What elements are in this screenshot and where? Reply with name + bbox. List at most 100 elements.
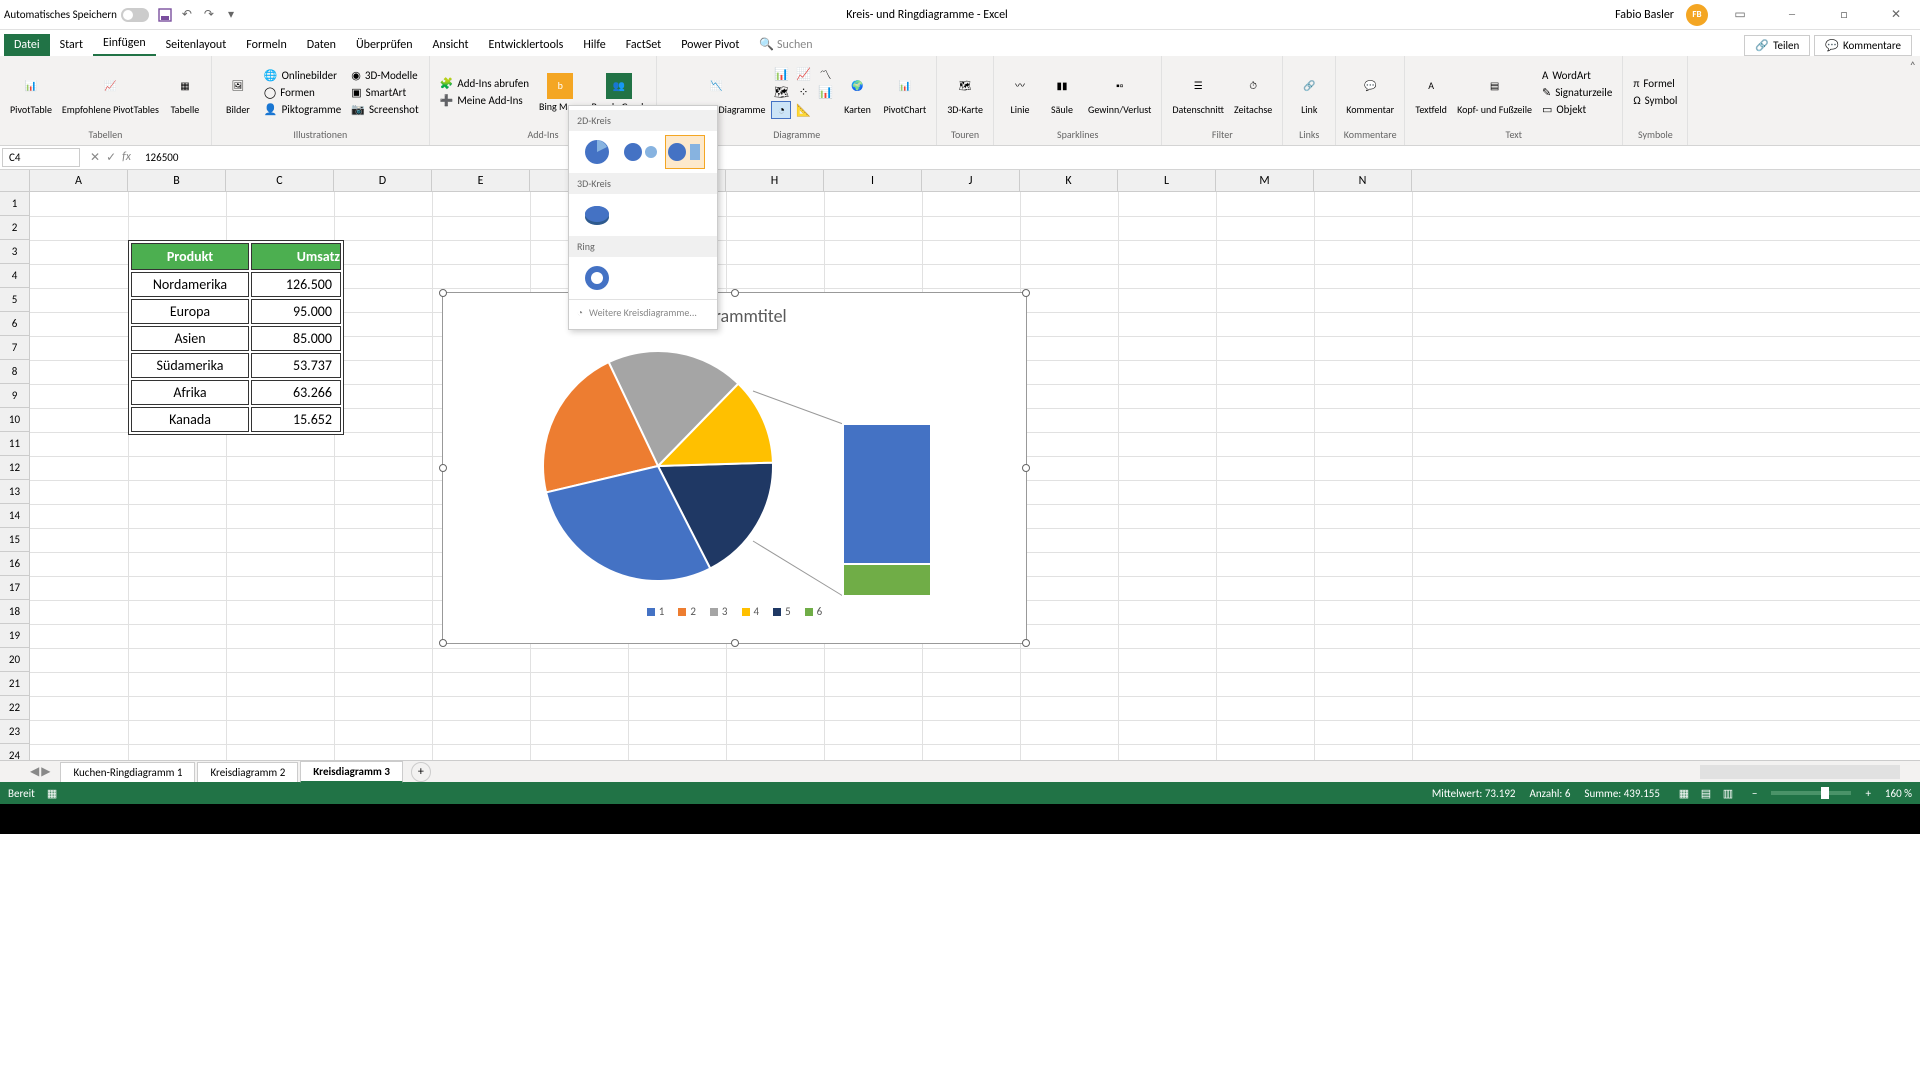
column-chart-icon[interactable]: 📊 [771,65,791,83]
equation-button[interactable]: π Formel [1629,75,1681,92]
tab-data[interactable]: Daten [297,34,346,56]
col-header[interactable]: A [30,170,128,191]
row-header[interactable]: 21 [0,672,30,696]
collapse-ribbon-icon[interactable]: ˄ [1906,56,1920,145]
horizontal-scrollbar[interactable] [1700,765,1900,779]
spreadsheet-grid[interactable]: A B C D E F G H I J K L M N 123456789101… [0,170,1920,760]
sheet-tab[interactable]: Kreisdiagramm 3 [300,761,403,783]
col-header[interactable]: D [334,170,432,191]
redo-icon[interactable]: ↷ [201,7,217,23]
row-header[interactable]: 15 [0,528,30,552]
tab-formulas[interactable]: Formeln [236,34,296,56]
col-header[interactable]: E [432,170,530,191]
tab-view[interactable]: Ansicht [423,34,479,56]
pictures-button[interactable]: 🖼Bilder [218,68,258,117]
share-button[interactable]: 🔗 Teilen [1744,35,1810,56]
row-header[interactable]: 2 [0,216,30,240]
pie-2d-option[interactable] [577,135,617,169]
col-header[interactable]: K [1020,170,1118,191]
zoom-slider[interactable] [1771,791,1851,795]
row-header[interactable]: 7 [0,336,30,360]
pie-of-pie-option[interactable] [621,135,661,169]
tab-factset[interactable]: FactSet [616,34,671,56]
page-layout-icon[interactable]: ▤ [1696,785,1716,801]
row-header[interactable]: 11 [0,432,30,456]
recommended-pivot-button[interactable]: 📈Empfohlene PivotTables [58,68,163,117]
tab-devtools[interactable]: Entwicklertools [479,34,574,56]
sheet-prev-icon[interactable]: ◀ [30,764,39,779]
formula-input[interactable]: 126500 [139,149,1920,166]
name-box[interactable] [2,148,80,167]
row-header[interactable]: 9 [0,384,30,408]
get-addins-button[interactable]: 🧩 Add-Ins abrufen [436,75,533,92]
col-header[interactable]: N [1314,170,1412,191]
smartart-button[interactable]: ▣ SmartArt [347,84,422,101]
3d-models-button[interactable]: ◉ 3D-Modelle [347,67,422,84]
col-header[interactable]: L [1118,170,1216,191]
textbox-button[interactable]: ATextfeld [1411,68,1451,117]
row-header[interactable]: 17 [0,576,30,600]
shapes-button[interactable]: ◯ Formen [260,84,345,101]
zoom-level[interactable]: 160 % [1885,787,1912,800]
row-header[interactable]: 19 [0,624,30,648]
pie-3d-option[interactable] [577,198,617,232]
row-header[interactable]: 1 [0,192,30,216]
comments-button[interactable]: 💬 Kommentare [1814,35,1912,56]
screenshot-button[interactable]: 📷 Screenshot [347,101,422,118]
row-header[interactable]: 22 [0,696,30,720]
maps-button[interactable]: 🌍Karten [837,68,877,117]
ribbon-options-icon[interactable]: ▭ [1720,2,1760,28]
save-icon[interactable] [157,7,173,23]
qat-more-icon[interactable]: ▾ [223,7,239,23]
row-header[interactable]: 23 [0,720,30,744]
minimize-icon[interactable]: ─ [1772,2,1812,28]
3d-map-button[interactable]: 🗺3D-Karte [943,68,987,117]
col-header[interactable]: M [1216,170,1314,191]
hierarchy-chart-icon[interactable]: 🗺 [771,83,791,101]
row-header[interactable]: 3 [0,240,30,264]
sheet-tab[interactable]: Kreisdiagramm 2 [197,762,298,782]
search-box[interactable]: 🔍 Suchen [749,33,822,56]
chart-title[interactable]: Diagrammtitel [443,293,1026,331]
combo-chart-icon[interactable]: 〽 [815,65,835,83]
data-table[interactable]: ProduktUmsatz Nordamerika126.500 Europa9… [128,240,344,435]
row-header[interactable]: 5 [0,288,30,312]
object-button[interactable]: ▭ Objekt [1538,101,1616,118]
tab-file[interactable]: Datei [4,34,50,56]
icons-button[interactable]: 👤 Piktogramme [260,101,345,118]
undo-icon[interactable]: ↶ [179,7,195,23]
col-header[interactable]: B [128,170,226,191]
col-header[interactable]: J [922,170,1020,191]
cancel-formula-icon[interactable]: ✕ [90,150,100,165]
row-header[interactable]: 6 [0,312,30,336]
row-header[interactable]: 14 [0,504,30,528]
page-break-icon[interactable]: ▥ [1718,785,1738,801]
normal-view-icon[interactable]: ▦ [1674,785,1694,801]
pivottable-button[interactable]: 📊PivotTable [6,68,56,117]
pie-chart-icon[interactable]: ◔ [771,101,791,119]
wordart-button[interactable]: A WordArt [1538,67,1616,84]
tab-start[interactable]: Start [50,34,93,56]
comment-button[interactable]: 💬Kommentar [1342,68,1398,117]
row-header[interactable]: 12 [0,456,30,480]
close-icon[interactable]: ✕ [1876,2,1916,28]
tab-pagelayout[interactable]: Seitenlayout [156,34,237,56]
zoom-out-icon[interactable]: − [1752,787,1757,800]
col-header[interactable]: H [726,170,824,191]
tab-help[interactable]: Hilfe [573,34,615,56]
col-header[interactable]: I [824,170,922,191]
row-header[interactable]: 13 [0,480,30,504]
stats-chart-icon[interactable]: 📊 [815,83,835,101]
tab-powerpivot[interactable]: Power Pivot [671,34,749,56]
table-button[interactable]: ▦Tabelle [165,68,205,117]
sheet-tab[interactable]: Kuchen-Ringdiagramm 1 [60,762,195,782]
slicer-button[interactable]: ☰Datenschnitt [1168,68,1228,117]
symbol-button[interactable]: Ω Symbol [1629,92,1681,109]
header-footer-button[interactable]: ▤Kopf- und Fußzeile [1453,68,1536,117]
row-header[interactable]: 16 [0,552,30,576]
my-addins-button[interactable]: ➕ Meine Add-Ins [436,92,533,109]
surface-chart-icon[interactable]: 📐 [793,101,813,119]
row-header[interactable]: 20 [0,648,30,672]
link-button[interactable]: 🔗Link [1289,68,1329,117]
tab-insert[interactable]: Einfügen [93,32,156,56]
